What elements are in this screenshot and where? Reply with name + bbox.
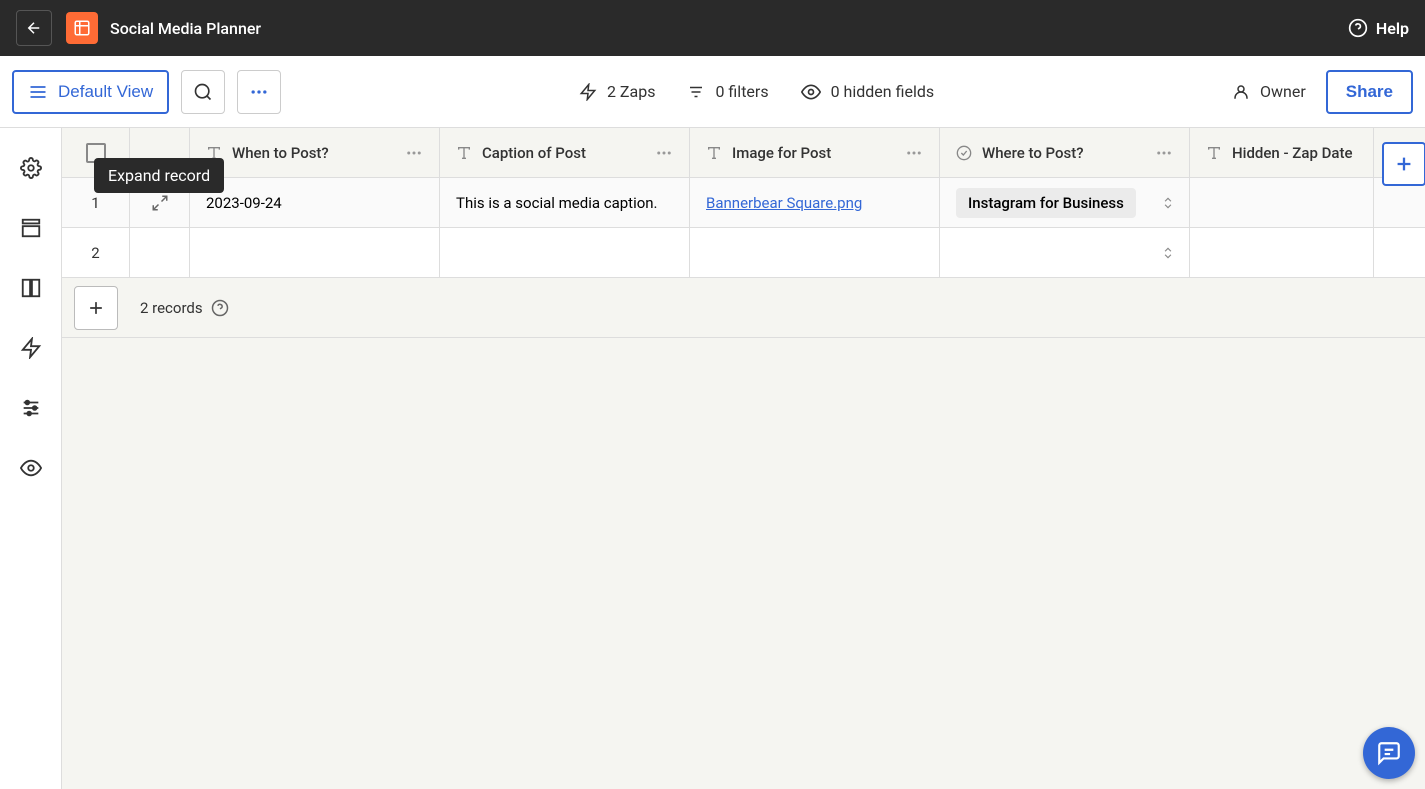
- data-table: When to Post? Caption of Post Image: [62, 128, 1425, 338]
- column-menu-button[interactable]: [655, 144, 673, 162]
- table-header-row: When to Post? Caption of Post Image: [62, 128, 1425, 178]
- column-label: Hidden - Zap Date: [1232, 144, 1353, 162]
- add-row-button[interactable]: [74, 286, 118, 330]
- hidden-label: 0 hidden fields: [831, 82, 935, 101]
- view-icon: [28, 82, 48, 102]
- zaps-button[interactable]: 2 Zaps: [579, 82, 656, 102]
- help-icon: [1348, 18, 1368, 38]
- column-header-image[interactable]: Image for Post: [690, 128, 940, 177]
- table-footer: 2 records: [62, 278, 1425, 338]
- column-menu-button[interactable]: [1155, 144, 1173, 162]
- chat-fab-button[interactable]: [1363, 727, 1415, 779]
- plus-icon: [1393, 153, 1415, 175]
- cell-when[interactable]: [190, 228, 440, 277]
- table-icon: [73, 19, 91, 37]
- filters-label: 0 filters: [715, 82, 768, 101]
- expand-icon: [151, 194, 169, 212]
- text-icon: [706, 145, 722, 161]
- where-tag: Instagram for Business: [956, 188, 1136, 218]
- app-header: Social Media Planner Help: [0, 0, 1425, 56]
- column-header-when[interactable]: When to Post?: [190, 128, 440, 177]
- check-circle-icon: [956, 145, 972, 161]
- view-label: Default View: [58, 82, 153, 102]
- cell-where[interactable]: Instagram for Business: [940, 178, 1190, 227]
- sidebar-sliders[interactable]: [19, 396, 43, 420]
- sidebar-settings[interactable]: [19, 156, 43, 180]
- cell-image[interactable]: Bannerbear Square.png: [690, 178, 940, 227]
- help-label: Help: [1376, 19, 1409, 38]
- zap-icon: [579, 83, 597, 101]
- chat-icon: [1376, 740, 1402, 766]
- column-label: Caption of Post: [482, 144, 586, 162]
- owner-button[interactable]: Owner: [1232, 82, 1306, 101]
- more-horizontal-icon: [905, 144, 923, 162]
- cell-caption[interactable]: This is a social media caption.: [440, 178, 690, 227]
- left-sidebar: [0, 128, 62, 789]
- column-menu-button[interactable]: [405, 144, 423, 162]
- file-link[interactable]: Bannerbear Square.png: [706, 194, 862, 212]
- sliders-icon: [20, 397, 42, 419]
- column-menu-button[interactable]: [905, 144, 923, 162]
- text-icon: [1206, 145, 1222, 161]
- cell-hidden[interactable]: [1190, 178, 1374, 227]
- column-header-hidden[interactable]: Hidden - Zap Date: [1190, 128, 1374, 177]
- more-horizontal-icon: [655, 144, 673, 162]
- record-count-text: 2 records: [140, 299, 203, 317]
- zaps-label: 2 Zaps: [607, 82, 656, 101]
- share-button[interactable]: Share: [1326, 70, 1413, 114]
- cell-caption[interactable]: [440, 228, 690, 277]
- plus-icon: [86, 298, 106, 318]
- column-label: When to Post?: [232, 144, 329, 162]
- expand-tooltip: Expand record: [94, 158, 224, 193]
- table-row[interactable]: 1 2023-09-24 This is a social media capt…: [62, 178, 1425, 228]
- expand-row-button[interactable]: [130, 228, 190, 277]
- column-header-caption[interactable]: Caption of Post: [440, 128, 690, 177]
- eye-icon: [20, 457, 42, 479]
- cell-where[interactable]: [940, 228, 1190, 277]
- record-count: 2 records: [140, 299, 229, 317]
- column-header-where[interactable]: Where to Post?: [940, 128, 1190, 177]
- view-selector-button[interactable]: Default View: [12, 70, 169, 114]
- column-label: Image for Post: [732, 144, 831, 162]
- help-button[interactable]: Help: [1348, 18, 1409, 38]
- selector-handle-icon[interactable]: [1161, 246, 1175, 260]
- search-button[interactable]: [181, 70, 225, 114]
- sidebar-layout[interactable]: [19, 216, 43, 240]
- bolt-icon: [20, 337, 42, 359]
- cell-image[interactable]: [690, 228, 940, 277]
- back-button[interactable]: [16, 10, 52, 46]
- layout-icon: [20, 217, 42, 239]
- column-label: Where to Post?: [982, 144, 1084, 162]
- sidebar-visibility[interactable]: [19, 456, 43, 480]
- more-horizontal-icon: [405, 144, 423, 162]
- filters-button[interactable]: 0 filters: [687, 82, 768, 102]
- cell-when[interactable]: 2023-09-24: [190, 178, 440, 227]
- add-column-button[interactable]: [1382, 142, 1425, 186]
- filter-icon: [687, 83, 705, 101]
- toolbar-center: 2 Zaps 0 filters 0 hidden fields: [281, 82, 1232, 102]
- table-row[interactable]: 2: [62, 228, 1425, 278]
- search-icon: [193, 82, 213, 102]
- eye-icon: [801, 82, 821, 102]
- arrow-left-icon: [25, 19, 43, 37]
- panels-icon: [20, 277, 42, 299]
- app-icon: [66, 12, 98, 44]
- text-icon: [456, 145, 472, 161]
- more-horizontal-icon: [1155, 144, 1173, 162]
- selector-handle-icon[interactable]: [1161, 196, 1175, 210]
- row-number[interactable]: 2: [62, 228, 130, 277]
- help-icon[interactable]: [211, 299, 229, 317]
- app-title: Social Media Planner: [110, 19, 261, 38]
- owner-label: Owner: [1260, 82, 1306, 101]
- sidebar-automation[interactable]: [19, 336, 43, 360]
- hidden-fields-button[interactable]: 0 hidden fields: [801, 82, 935, 102]
- table-area: When to Post? Caption of Post Image: [62, 128, 1425, 789]
- more-button[interactable]: [237, 70, 281, 114]
- user-icon: [1232, 83, 1250, 101]
- cell-hidden[interactable]: [1190, 228, 1374, 277]
- gear-icon: [20, 157, 42, 179]
- toolbar: Default View 2 Zaps 0 filters 0 hidden f…: [0, 56, 1425, 128]
- more-horizontal-icon: [249, 82, 269, 102]
- sidebar-panels[interactable]: [19, 276, 43, 300]
